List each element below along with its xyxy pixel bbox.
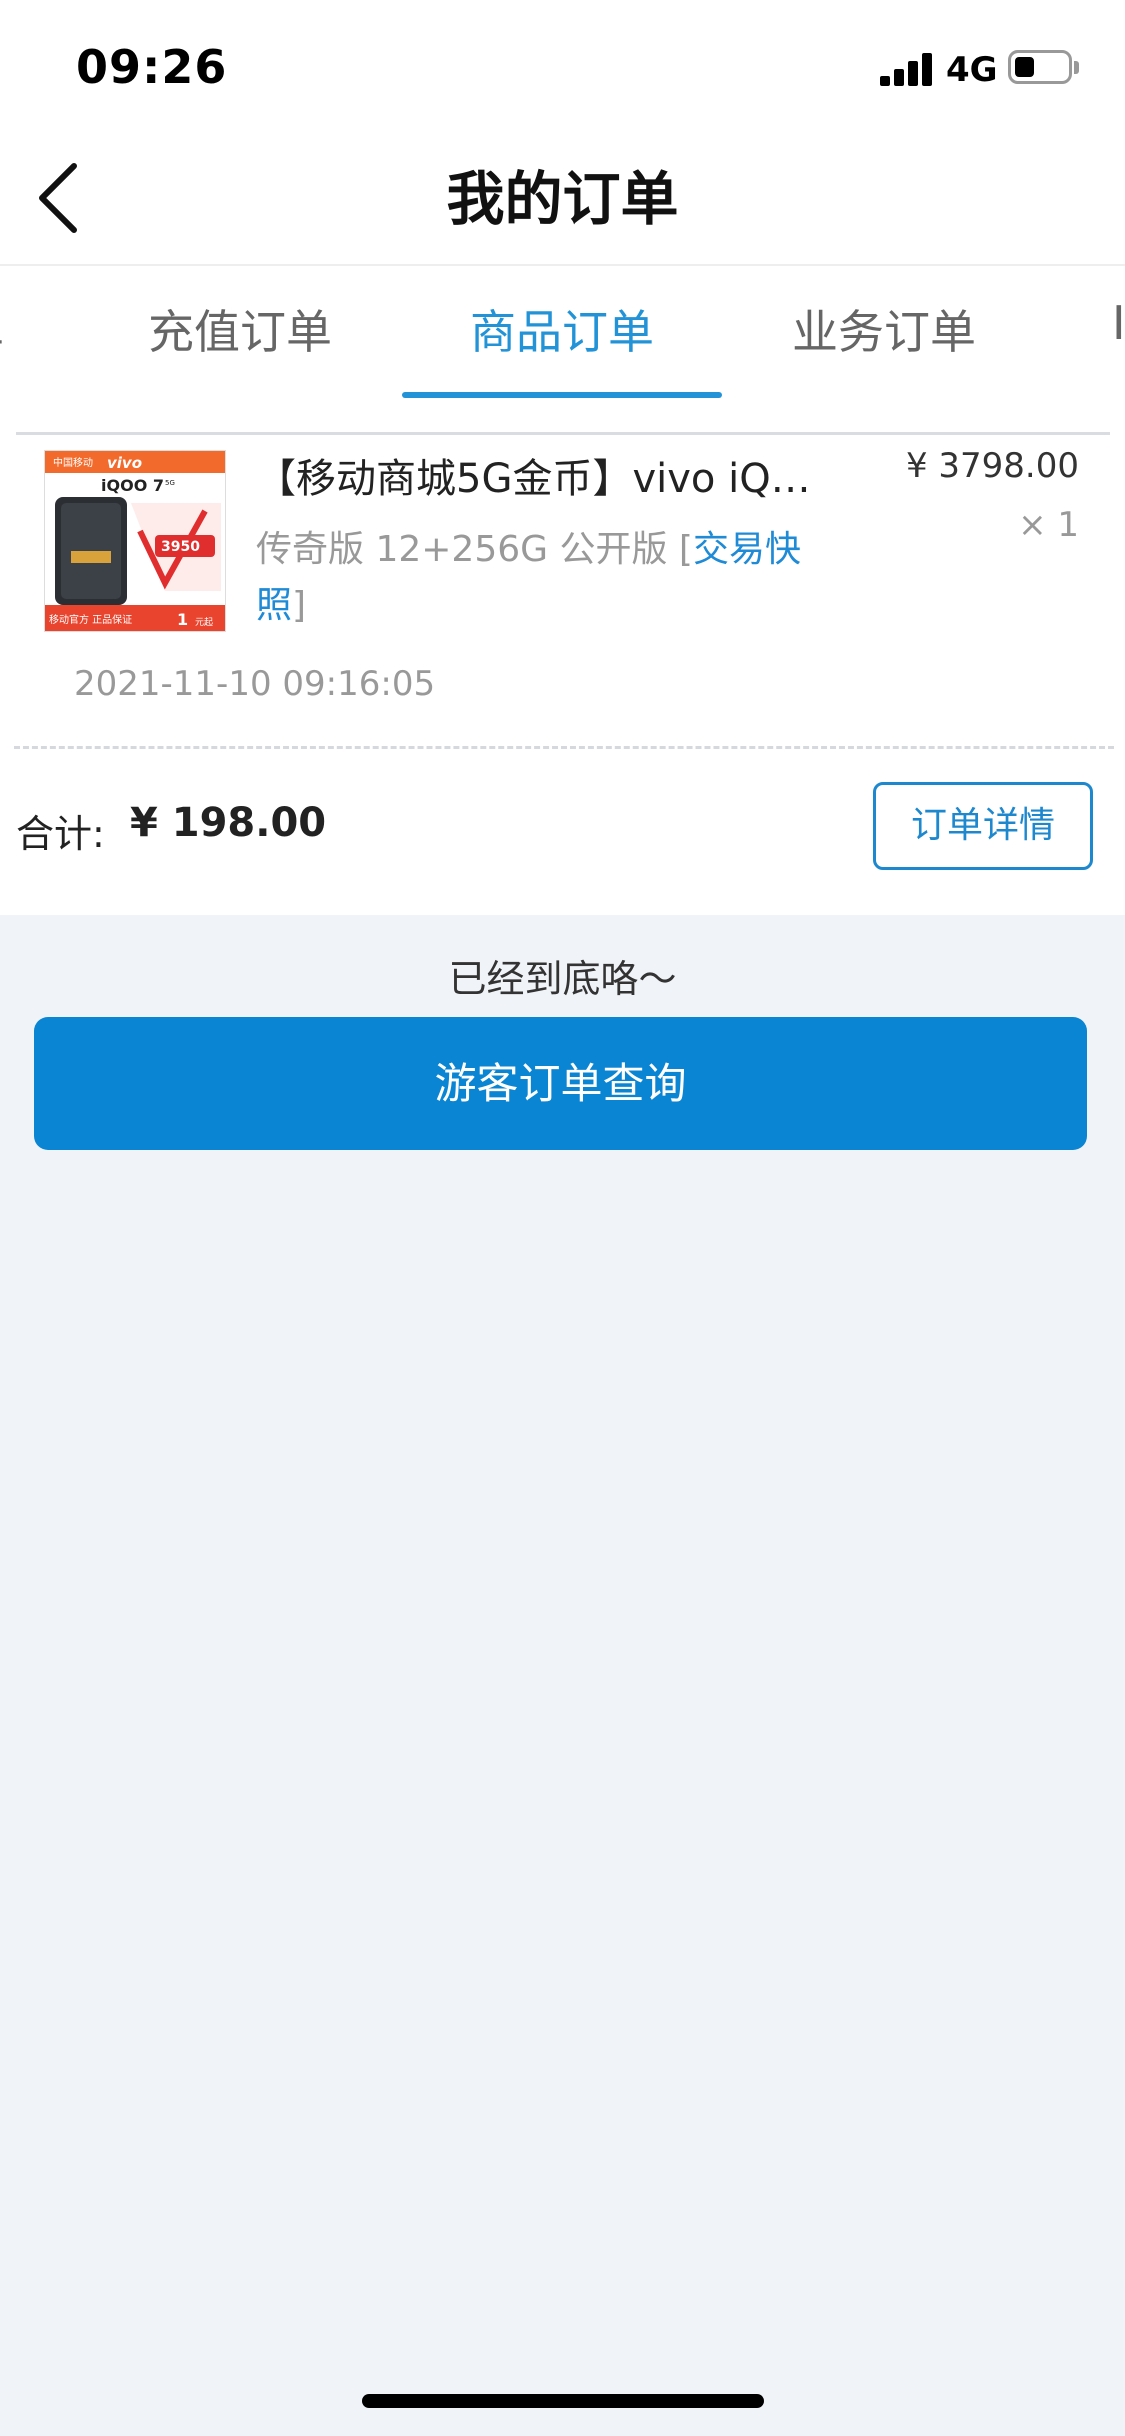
battery-cap xyxy=(1074,61,1079,74)
order-time: 2021-11-10 09:16:05 xyxy=(74,664,436,704)
page-title: 我的订单 xyxy=(446,165,679,233)
order-title[interactable]: 【移动商城5G金币】vivo iQ… xyxy=(256,446,836,504)
thumb-bottom-label: 移动官方 正品保证 xyxy=(49,613,132,626)
order-price: ¥ 3798.00 xyxy=(905,446,1079,486)
thumb-bottom-unit: 元起 xyxy=(195,617,213,628)
thumb-badge-price: 3950 xyxy=(161,539,200,555)
network-type: 4G xyxy=(946,50,998,90)
order-spec: 传奇版 12+256G 公开版 [交易快照] xyxy=(256,522,816,634)
product-thumbnail[interactable]: 中国移动 vivo iQOO 7 5G 3950 移动官方 正品保证 1 元起 xyxy=(44,450,226,632)
tab-recharge-orders[interactable]: 充值订单 xyxy=(148,296,332,362)
active-tab-indicator xyxy=(402,392,722,398)
tab-partial-left[interactable]: 单 xyxy=(0,296,4,362)
dashed-divider xyxy=(14,746,1114,749)
spec-close-bracket: ] xyxy=(292,585,307,626)
nav-divider xyxy=(0,264,1125,266)
battery-icon xyxy=(1008,50,1072,84)
end-of-list-text: 已经到底咯～ xyxy=(448,957,677,1001)
spec-text: 传奇版 12+256G 公开版 [ xyxy=(256,529,693,570)
thumb-model-suffix: 5G xyxy=(165,479,175,487)
home-indicator[interactable] xyxy=(362,2394,764,2408)
thumb-brand-label: vivo xyxy=(107,454,142,472)
tab-business-orders[interactable]: 业务订单 xyxy=(792,296,976,362)
thumb-carrier-label: 中国移动 xyxy=(53,456,93,469)
tab-product-orders[interactable]: 商品订单 xyxy=(470,296,654,362)
signal-icon xyxy=(880,52,936,86)
order-detail-button[interactable]: 订单详情 xyxy=(873,782,1093,870)
thumb-bottom-number: 1 xyxy=(177,610,188,629)
order-quantity: × 1 xyxy=(1018,505,1079,545)
total-label: 合计: xyxy=(16,812,105,856)
thumb-model-label: iQOO 7 xyxy=(101,476,164,495)
total-amount: ¥ 198.00 xyxy=(130,800,327,846)
status-time: 09:26 xyxy=(76,40,228,94)
guest-order-query-button[interactable]: 游客订单查询 xyxy=(34,1017,1087,1150)
tab-partial-right[interactable]: ID xyxy=(1112,296,1125,350)
tabs-divider xyxy=(16,432,1110,435)
